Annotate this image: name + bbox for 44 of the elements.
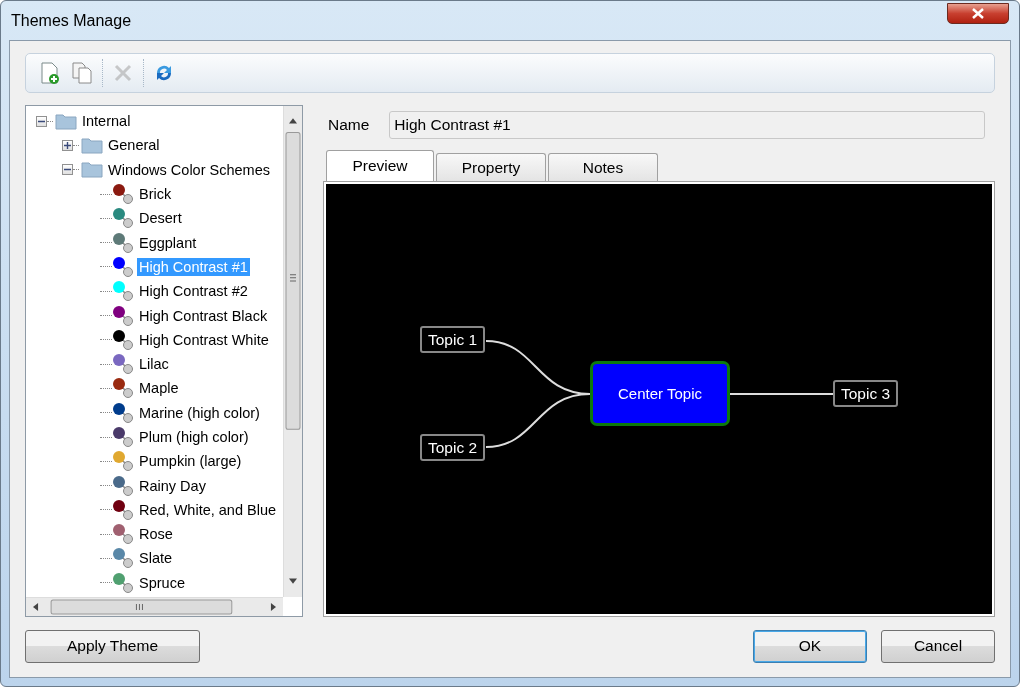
folder-icon — [81, 161, 103, 179]
tree-item[interactable]: Rainy Day — [137, 476, 208, 495]
tree-item[interactable]: Maple — [137, 379, 181, 398]
tab[interactable]: Property — [436, 153, 546, 181]
tree-item[interactable]: Lilac — [137, 355, 171, 374]
close-button[interactable] — [947, 3, 1009, 24]
tab[interactable]: Preview — [326, 150, 434, 181]
tree-item[interactable]: Eggplant — [137, 233, 199, 252]
vertical-scrollbar[interactable] — [283, 106, 302, 597]
tree-item[interactable]: High Contrast #2 — [137, 282, 250, 301]
topic-node: Topic 2 — [420, 434, 486, 461]
tree-item[interactable]: Marine (high color) — [137, 403, 262, 422]
folder-icon — [55, 112, 77, 130]
new-file-icon[interactable] — [39, 61, 61, 85]
tree-item[interactable]: Windows Color Schemes — [106, 160, 272, 179]
tree-item[interactable]: Spruce — [137, 573, 187, 592]
topic-node: Topic 3 — [833, 380, 899, 407]
tree-item[interactable]: Pumpkin (large) — [137, 452, 244, 471]
tree-item[interactable]: Rose — [137, 525, 175, 544]
dialog-button[interactable]: Cancel — [881, 629, 995, 663]
expander-toggle[interactable] — [62, 164, 73, 176]
tree-item[interactable]: General — [106, 136, 162, 155]
expander-toggle[interactable] — [62, 139, 73, 151]
close-icon — [972, 8, 984, 19]
horizontal-scrollbar[interactable] — [26, 597, 283, 616]
dialog-button[interactable]: Apply Theme — [25, 629, 200, 663]
tab[interactable]: Notes — [548, 153, 658, 181]
window-title: Themes Manage — [11, 11, 132, 30]
tree-item[interactable]: Red, White, and Blue — [137, 500, 279, 519]
folder-icon — [81, 136, 103, 154]
tree-item[interactable]: Plum (high color) — [137, 428, 251, 446]
topic-node: Topic 1 — [420, 326, 486, 353]
expander-toggle[interactable] — [36, 115, 47, 127]
name-label: Name — [328, 116, 370, 134]
center-topic-node: Center Topic — [590, 361, 730, 426]
dialog-button[interactable]: OK — [753, 629, 867, 663]
tree-item[interactable]: Brick — [137, 185, 174, 204]
tree-item[interactable]: Slate — [137, 549, 175, 568]
tree-item[interactable]: High Contrast White — [137, 330, 271, 349]
tree-item[interactable]: Desert — [137, 209, 184, 228]
tree-item[interactable]: Internal — [80, 112, 133, 131]
tree-item[interactable]: High Contrast Black — [137, 306, 270, 325]
plus-icon — [64, 141, 71, 149]
name-field[interactable]: High Contrast #1 — [389, 111, 985, 139]
